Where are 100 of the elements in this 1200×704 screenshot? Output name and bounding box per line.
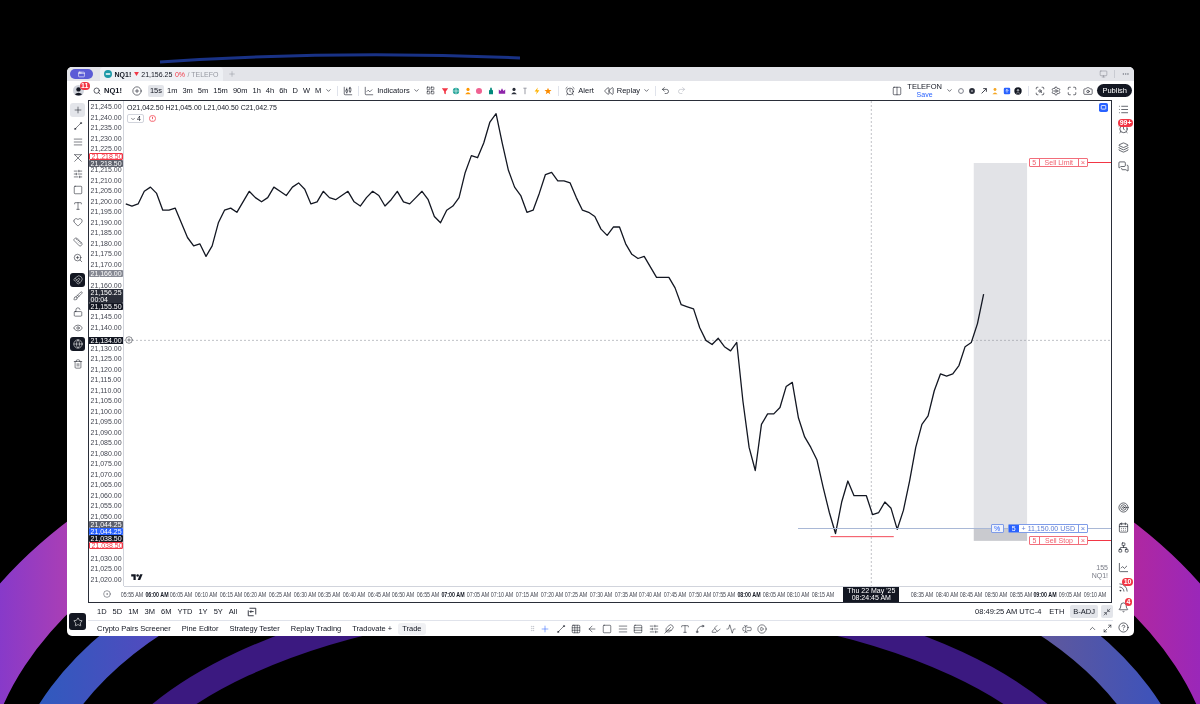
magnet-icon — [72, 275, 83, 285]
highlighter-icon — [710, 623, 721, 634]
caret-icon[interactable] — [412, 87, 420, 94]
undo-icon[interactable] — [661, 86, 671, 95]
settings-icon[interactable] — [1051, 85, 1062, 96]
logo-icon — [131, 573, 143, 582]
monitor-icon[interactable] — [1099, 70, 1108, 78]
curve-icon — [695, 623, 706, 634]
quick-tool-button[interactable] — [632, 622, 645, 635]
screen-icon[interactable] — [1099, 103, 1108, 112]
circle-icon[interactable] — [475, 86, 484, 95]
ring-icon[interactable] — [956, 86, 965, 95]
upload-icon[interactable] — [1002, 86, 1011, 95]
text-icon — [72, 201, 83, 211]
search-icon — [93, 86, 101, 95]
chat-icon[interactable] — [1118, 161, 1129, 172]
expand-icon[interactable] — [1103, 624, 1112, 633]
frame-arrow-icon[interactable] — [247, 606, 258, 617]
grid-icon[interactable] — [425, 86, 435, 95]
fullscreen-icon[interactable] — [1067, 85, 1078, 96]
symbol-logo-icon — [104, 70, 112, 78]
chevron-up-icon[interactable] — [1088, 624, 1097, 633]
columns-icon[interactable] — [892, 85, 903, 96]
lines-icon — [617, 623, 628, 634]
quick-tool-button[interactable] — [647, 622, 660, 635]
caret-icon[interactable] — [945, 87, 953, 94]
bottle-icon[interactable] — [486, 86, 495, 95]
circle-dot-icon[interactable] — [102, 590, 111, 598]
grid-icon — [571, 623, 582, 634]
caret-icon[interactable] — [643, 87, 651, 94]
caret-icon[interactable] — [325, 87, 333, 94]
line-icon — [555, 623, 566, 634]
dot-icon[interactable] — [968, 86, 977, 95]
line-icon — [72, 121, 83, 131]
drag-handle-icon[interactable] — [529, 624, 536, 633]
favorites-button[interactable] — [69, 613, 86, 630]
star-icon — [72, 616, 83, 627]
zoom-icon — [72, 253, 83, 263]
help-icon[interactable] — [1118, 622, 1129, 633]
sidebar-button[interactable] — [70, 69, 93, 79]
rewind-icon — [603, 85, 614, 96]
quick-tool-button[interactable] — [756, 622, 769, 635]
sliders-icon — [648, 623, 659, 634]
funnel-icon[interactable] — [440, 86, 449, 95]
plus-circle-icon[interactable] — [125, 336, 133, 345]
crosshair-icon — [540, 623, 551, 634]
zigzag-icon — [726, 623, 737, 634]
person-icon[interactable] — [509, 86, 518, 95]
globe-icon — [72, 339, 83, 349]
level-line-drawing[interactable] — [830, 536, 895, 538]
arrows-icon — [1103, 607, 1111, 616]
quick-tool-button[interactable] — [663, 622, 676, 635]
text-icon — [679, 623, 690, 634]
eye-icon — [72, 323, 83, 333]
plus-circle-icon[interactable] — [131, 85, 142, 96]
brush-icon — [72, 291, 83, 301]
avatar-icon[interactable] — [1014, 86, 1023, 95]
quick-tool-button[interactable] — [709, 622, 722, 635]
chevron-icon — [130, 115, 136, 122]
search-icon[interactable] — [1035, 85, 1046, 96]
scale-button[interactable] — [1101, 605, 1113, 618]
trash-icon[interactable] — [72, 359, 83, 369]
sliders-icon — [72, 169, 83, 179]
ruler-icon — [72, 237, 83, 247]
crown-icon[interactable] — [498, 86, 507, 95]
quick-tool-button[interactable] — [570, 622, 583, 635]
star-icon[interactable] — [544, 86, 553, 95]
text-cursor-icon — [741, 623, 752, 634]
quick-tool-button[interactable] — [694, 622, 707, 635]
quick-tool-button[interactable] — [740, 622, 753, 635]
lock-icon — [72, 307, 83, 317]
tool-button[interactable] — [70, 337, 85, 351]
heart-icon — [72, 217, 83, 227]
quick-tool-button[interactable] — [601, 622, 614, 635]
quick-tool-button[interactable] — [678, 622, 691, 635]
network-icon[interactable] — [1118, 542, 1129, 553]
rectangle-icon — [72, 185, 83, 195]
cross-lines-icon — [72, 153, 83, 163]
more-icon[interactable] — [1121, 70, 1130, 78]
feed-icon[interactable] — [1118, 582, 1129, 593]
arrow-icon[interactable] — [979, 86, 988, 95]
globe-icon[interactable] — [452, 86, 461, 95]
layers-icon[interactable] — [1118, 142, 1129, 153]
lines-icon — [72, 137, 83, 147]
candles-icon[interactable] — [343, 85, 354, 96]
arrow-left-icon — [586, 623, 597, 634]
target-icon[interactable] — [1118, 502, 1129, 513]
calendar-icon[interactable] — [1118, 522, 1129, 533]
camera-icon[interactable] — [1083, 85, 1094, 96]
list-icon[interactable] — [1118, 104, 1129, 115]
rows-icon — [633, 623, 644, 634]
quick-tool-button[interactable] — [725, 622, 738, 635]
feather-icon — [664, 623, 675, 634]
chart-line-icon — [364, 85, 375, 96]
tool-button[interactable] — [70, 273, 85, 287]
warning-icon[interactable] — [148, 115, 156, 122]
bell-icon[interactable] — [1118, 602, 1129, 613]
alarm-clock-icon — [565, 85, 576, 96]
quick-tool-button[interactable] — [554, 622, 567, 635]
chart-line-icon[interactable] — [1118, 562, 1129, 573]
